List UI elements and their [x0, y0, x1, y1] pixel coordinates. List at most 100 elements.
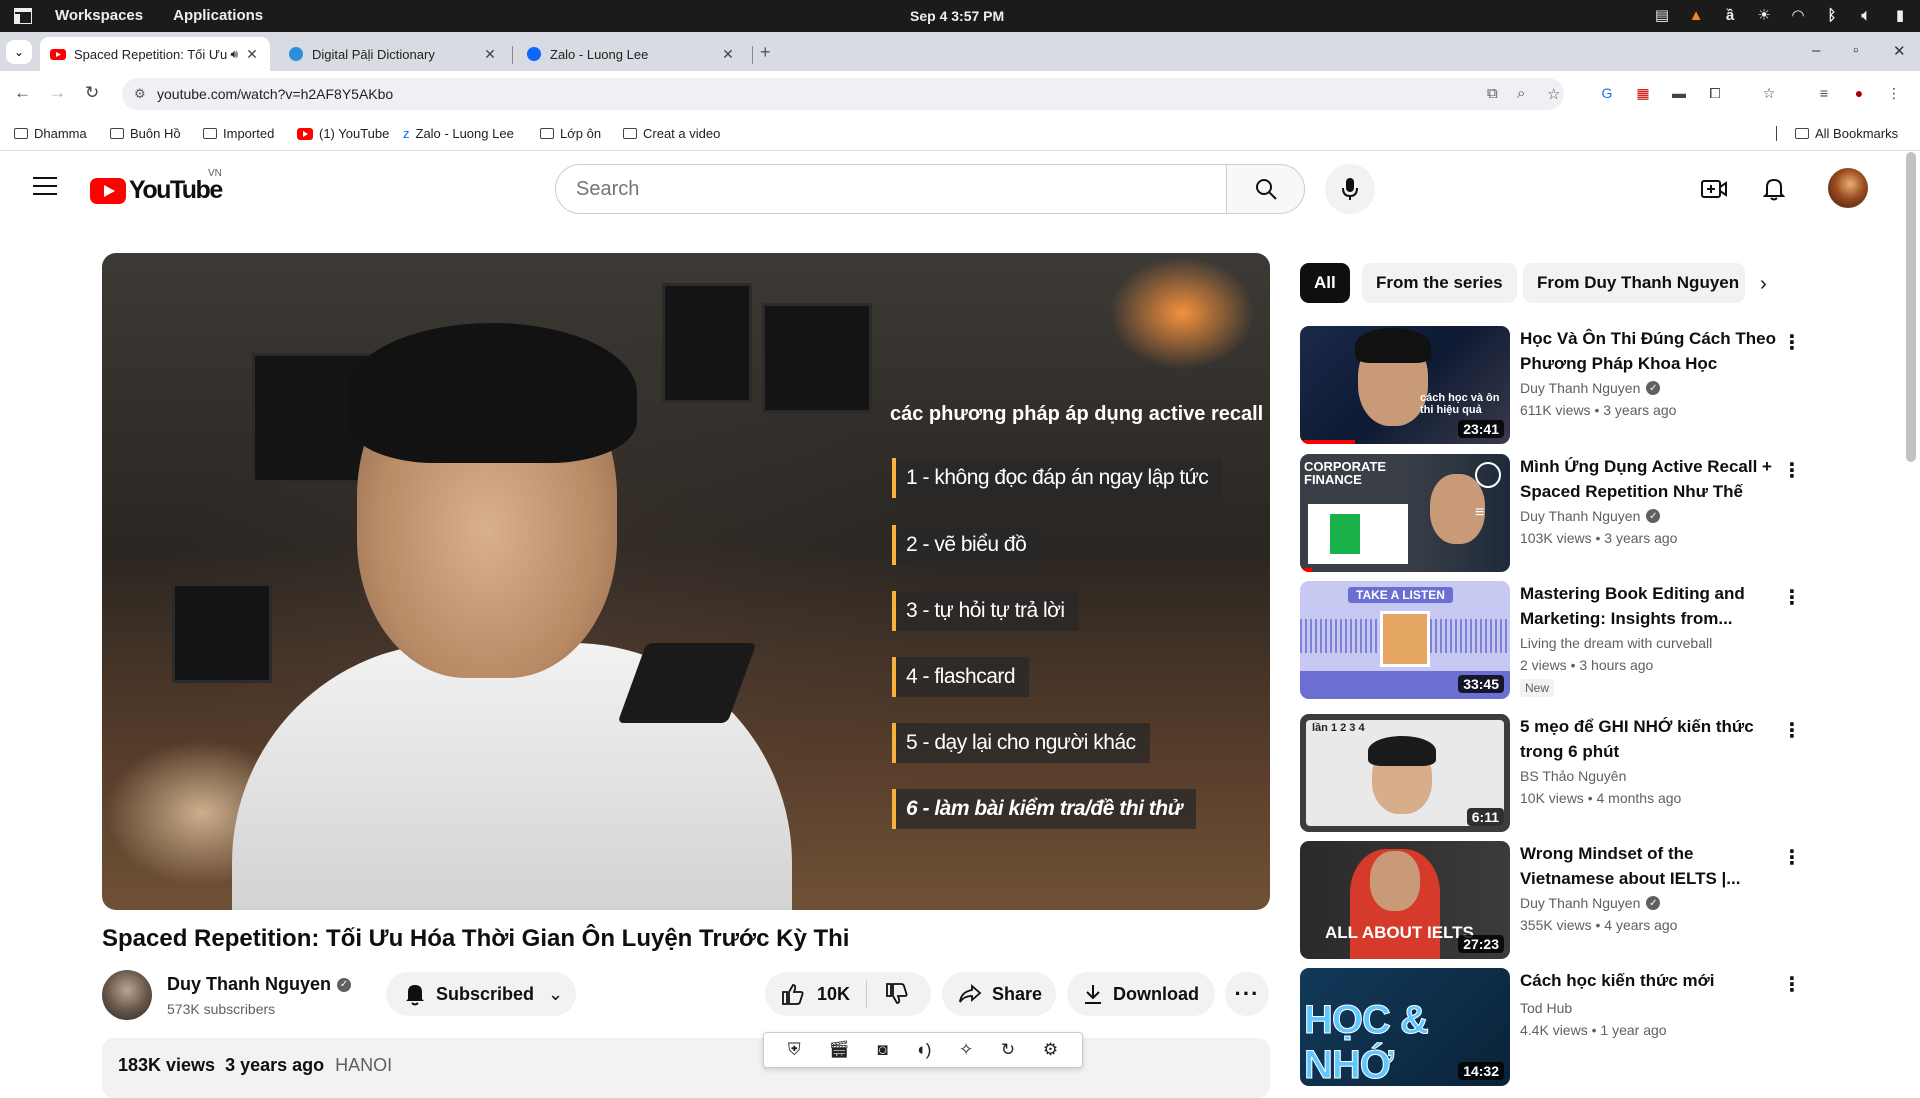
recommendation-item[interactable]: CORPORATE FINANCE ≡ Mình Ứng Dụng Active…	[1300, 454, 1820, 574]
close-window-icon[interactable]: ✕	[1893, 42, 1906, 60]
site-info-icon[interactable]: ⚙	[134, 86, 146, 102]
video-thumbnail[interactable]: CORPORATE FINANCE ≡	[1300, 454, 1510, 572]
bookmarks-icon[interactable]: ☆	[1760, 85, 1778, 103]
address-bar[interactable]: ⚙ youtube.com/watch?v=h2AF8Y5AKbo ⧉ ⌕ ☆	[122, 78, 1564, 110]
window-switcher-icon[interactable]: ▤	[1652, 6, 1672, 26]
bookmark-imported[interactable]: Imported	[203, 126, 274, 141]
brightness-icon[interactable]: ☀	[1754, 6, 1774, 26]
bookmark-lop-on[interactable]: Lớp ôn	[540, 126, 601, 141]
notifications-button[interactable]	[1760, 175, 1788, 203]
audio-icon[interactable]: ◖)	[915, 1040, 931, 1060]
clock[interactable]: Sep 4 3:57 PM	[910, 8, 1004, 24]
input-method-icon[interactable]: ầ	[1720, 6, 1740, 26]
extensions-icon[interactable]: ⧠	[1706, 85, 1724, 103]
recommendation-title[interactable]: Cách học kiến thức mới	[1520, 968, 1780, 993]
search-input[interactable]	[556, 165, 1226, 213]
close-tab-icon[interactable]: ✕	[720, 46, 736, 63]
battery-icon[interactable]: ▮	[1890, 6, 1910, 26]
like-button[interactable]: 10K	[765, 980, 867, 1008]
recommendation-item[interactable]: HỌC & NHỚ 14:32 Cách học kiến thức mới T…	[1300, 968, 1820, 1088]
channel-avatar[interactable]	[102, 970, 152, 1020]
video-thumbnail[interactable]: HỌC & NHỚ 14:32	[1300, 968, 1510, 1086]
tab-youtube-video[interactable]: Spaced Repetition: Tối Ưu 🔊︎ ✕	[40, 37, 270, 71]
chip-all[interactable]: All	[1300, 263, 1350, 303]
subscribed-button[interactable]: Subscribed ⌄	[386, 972, 576, 1016]
voice-search-button[interactable]	[1325, 164, 1375, 214]
recommendation-item[interactable]: cách học và ôn thi hiệu quả 23:41 Học Và…	[1300, 326, 1820, 446]
video-thumbnail[interactable]: ALL ABOUT IELTS 27:23	[1300, 841, 1510, 959]
minimize-icon[interactable]: –	[1812, 42, 1820, 59]
more-vertical-icon[interactable]: ⋮	[1782, 845, 1802, 870]
pin-icon[interactable]: ✧	[959, 1040, 973, 1060]
forward-icon[interactable]: →	[49, 83, 66, 103]
page-scrollbar[interactable]	[1906, 152, 1916, 462]
media-controls-icon[interactable]: ≡	[1815, 85, 1833, 103]
tab-digital-pali-dictionary[interactable]: Digital Pāḷi Dictionary ✕	[278, 37, 508, 71]
recommendation-item[interactable]: lần 1 2 3 4 6:11 5 mẹo để GHI NHỚ kiến t…	[1300, 714, 1820, 834]
youtube-logo[interactable]: YouTube VN	[90, 168, 223, 205]
recommendation-channel[interactable]: Duy Thanh Nguyen ✓	[1520, 508, 1661, 524]
recommendation-title[interactable]: Mình Ứng Dụng Active Recall + Spaced Rep…	[1520, 454, 1780, 504]
applications-menu[interactable]: Applications	[173, 7, 263, 24]
reload-icon[interactable]: ↻	[85, 83, 99, 103]
bookmark-dhamma[interactable]: Dhamma	[14, 126, 87, 141]
zoom-icon[interactable]: ⌕	[1517, 85, 1525, 102]
bookmark-all-bookmarks[interactable]: All Bookmarks	[1776, 126, 1898, 141]
settings-gear-icon[interactable]: ⚙	[1043, 1040, 1058, 1060]
more-vertical-icon[interactable]: ⋮	[1782, 585, 1802, 610]
recommendation-title[interactable]: Wrong Mindset of the Vietnamese about IE…	[1520, 841, 1780, 891]
more-vertical-icon[interactable]: ⋮	[1782, 972, 1802, 997]
google-translate-icon[interactable]: G	[1598, 85, 1616, 103]
wifi-icon[interactable]: ◠	[1788, 6, 1808, 26]
url-text[interactable]: youtube.com/watch?v=h2AF8Y5AKbo	[157, 86, 393, 102]
more-actions-button[interactable]: ···	[1225, 972, 1269, 1016]
bluetooth-icon[interactable]: ᛒ	[1822, 6, 1842, 26]
share-button[interactable]: Share	[942, 972, 1056, 1016]
recommendation-title[interactable]: Học Và Ôn Thi Đúng Cách Theo Phương Pháp…	[1520, 326, 1780, 376]
maximize-icon[interactable]: ▫	[1853, 42, 1858, 59]
recommendation-channel[interactable]: BS Thảo Nguyên	[1520, 768, 1626, 784]
bookmark-zalo[interactable]: ᴢ Zalo - Luong Lee	[403, 126, 514, 141]
recommendation-channel[interactable]: Tod Hub	[1520, 1000, 1572, 1016]
vlc-icon[interactable]: ▲	[1686, 6, 1706, 26]
close-tab-icon[interactable]: ✕	[244, 46, 260, 63]
create-button[interactable]	[1700, 175, 1728, 203]
more-vertical-icon[interactable]: ⋮	[1782, 330, 1802, 355]
audio-playing-icon[interactable]: 🔊︎	[230, 47, 238, 62]
bookmark-youtube[interactable]: (1) YouTube	[297, 126, 389, 141]
video-location[interactable]: HANOI	[335, 1055, 392, 1075]
chip-from-channel[interactable]: From Duy Thanh Nguyen	[1523, 263, 1745, 303]
recommendation-item[interactable]: ALL ABOUT IELTS 27:23 Wrong Mindset of t…	[1300, 841, 1820, 961]
calendar-extension-icon[interactable]: ▦	[1634, 85, 1652, 103]
recommendation-channel[interactable]: Duy Thanh Nguyen ✓	[1520, 380, 1661, 396]
browser-menu-icon[interactable]: ⋮	[1885, 85, 1903, 103]
channel-name[interactable]: Duy Thanh Nguyen ✓	[167, 974, 352, 995]
vr-extension-icon[interactable]: ▬	[1670, 85, 1688, 103]
recommendation-channel[interactable]: Duy Thanh Nguyen ✓	[1520, 895, 1661, 911]
back-icon[interactable]: ←	[14, 83, 31, 103]
shield-icon[interactable]: ⛨	[788, 1040, 801, 1060]
bookmark-creat-a-video[interactable]: Creat a video	[623, 126, 720, 141]
download-button[interactable]: Download	[1067, 972, 1215, 1016]
new-tab-icon[interactable]: +	[760, 42, 771, 63]
video-thumbnail[interactable]: lần 1 2 3 4 6:11	[1300, 714, 1510, 832]
workspaces-menu[interactable]: Workspaces	[55, 7, 143, 24]
recommendation-title[interactable]: Mastering Book Editing and Marketing: In…	[1520, 581, 1780, 631]
chip-from-the-series[interactable]: From the series	[1362, 263, 1517, 303]
bookmark-buon-ho[interactable]: Buôn Hồ	[110, 126, 181, 141]
video-player[interactable]: các phương pháp áp dụng active recall 1 …	[102, 253, 1270, 910]
menu-icon[interactable]	[33, 177, 57, 201]
bookmark-star-icon[interactable]: ☆	[1547, 85, 1560, 103]
more-vertical-icon[interactable]: ⋮	[1782, 458, 1802, 483]
recommendation-title[interactable]: 5 mẹo để GHI NHỚ kiến thức trong 6 phút	[1520, 714, 1780, 764]
tab-zalo[interactable]: Zalo - Luong Lee ✕	[516, 37, 746, 71]
activities-icon[interactable]	[14, 8, 32, 24]
video-thumbnail[interactable]: TAKE A LISTEN 33:45	[1300, 581, 1510, 699]
profile-icon[interactable]: ●	[1850, 85, 1868, 103]
dislike-button[interactable]	[867, 983, 909, 1005]
close-tab-icon[interactable]: ✕	[482, 46, 498, 63]
recommendation-channel[interactable]: Living the dream with curveball	[1520, 635, 1712, 651]
clapperboard-icon[interactable]: 🎬︎	[828, 1040, 850, 1060]
account-avatar[interactable]	[1828, 168, 1868, 208]
search-button[interactable]	[1226, 164, 1305, 214]
